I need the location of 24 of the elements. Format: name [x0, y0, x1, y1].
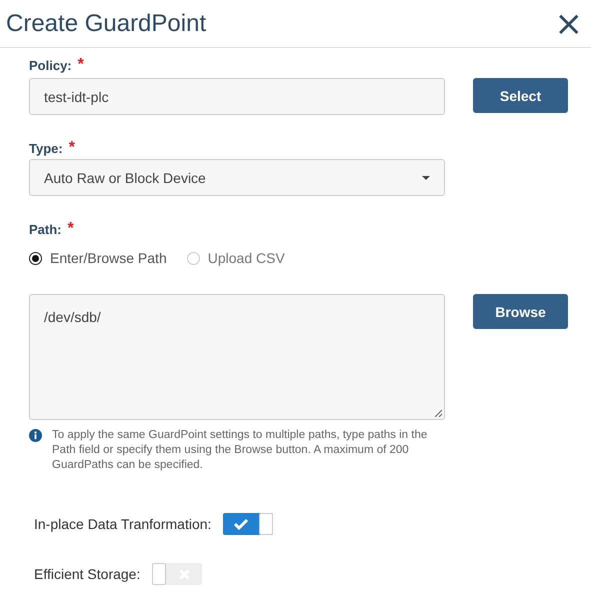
path-radio[interactable]: Upload CSV — [186, 250, 285, 266]
caret-icon — [422, 176, 430, 180]
select-button[interactable]: Select — [473, 78, 568, 113]
field-label: Type: — [29, 141, 63, 156]
info-text: To apply the same GuardPoint settings to multiple paths, type paths in the Path field or specify them using the Browse button. A maximum of 200 GuardPaths can be specified. — [52, 428, 428, 473]
field-label: Path: — [29, 222, 62, 237]
check-icon — [233, 518, 250, 530]
required-mark: * — [68, 222, 74, 236]
toggle-label: In-place Data Tranformation: — [34, 516, 212, 532]
toggle-switch[interactable] — [223, 513, 274, 535]
path-textarea[interactable]: /dev/sdb/ — [29, 294, 445, 420]
required-mark: * — [78, 58, 84, 72]
dialog-title: Create GuardPoint — [6, 10, 206, 38]
type-dropdown[interactable]: Auto Raw or Block Device — [29, 159, 445, 196]
browse-button[interactable]: Browse — [473, 294, 568, 329]
required-mark: * — [68, 141, 75, 155]
toggle-switch[interactable] — [152, 563, 202, 585]
toggle-label: Efficient Storage: — [34, 566, 140, 582]
close-button[interactable]: × — [554, 6, 583, 40]
path-radio[interactable]: Enter/Browse Path — [29, 250, 167, 266]
info-icon — [29, 429, 42, 442]
field-label: Policy: — [29, 58, 72, 73]
policy-field[interactable]: test-idt-plc — [29, 78, 445, 115]
resize-grip-icon — [434, 409, 442, 417]
